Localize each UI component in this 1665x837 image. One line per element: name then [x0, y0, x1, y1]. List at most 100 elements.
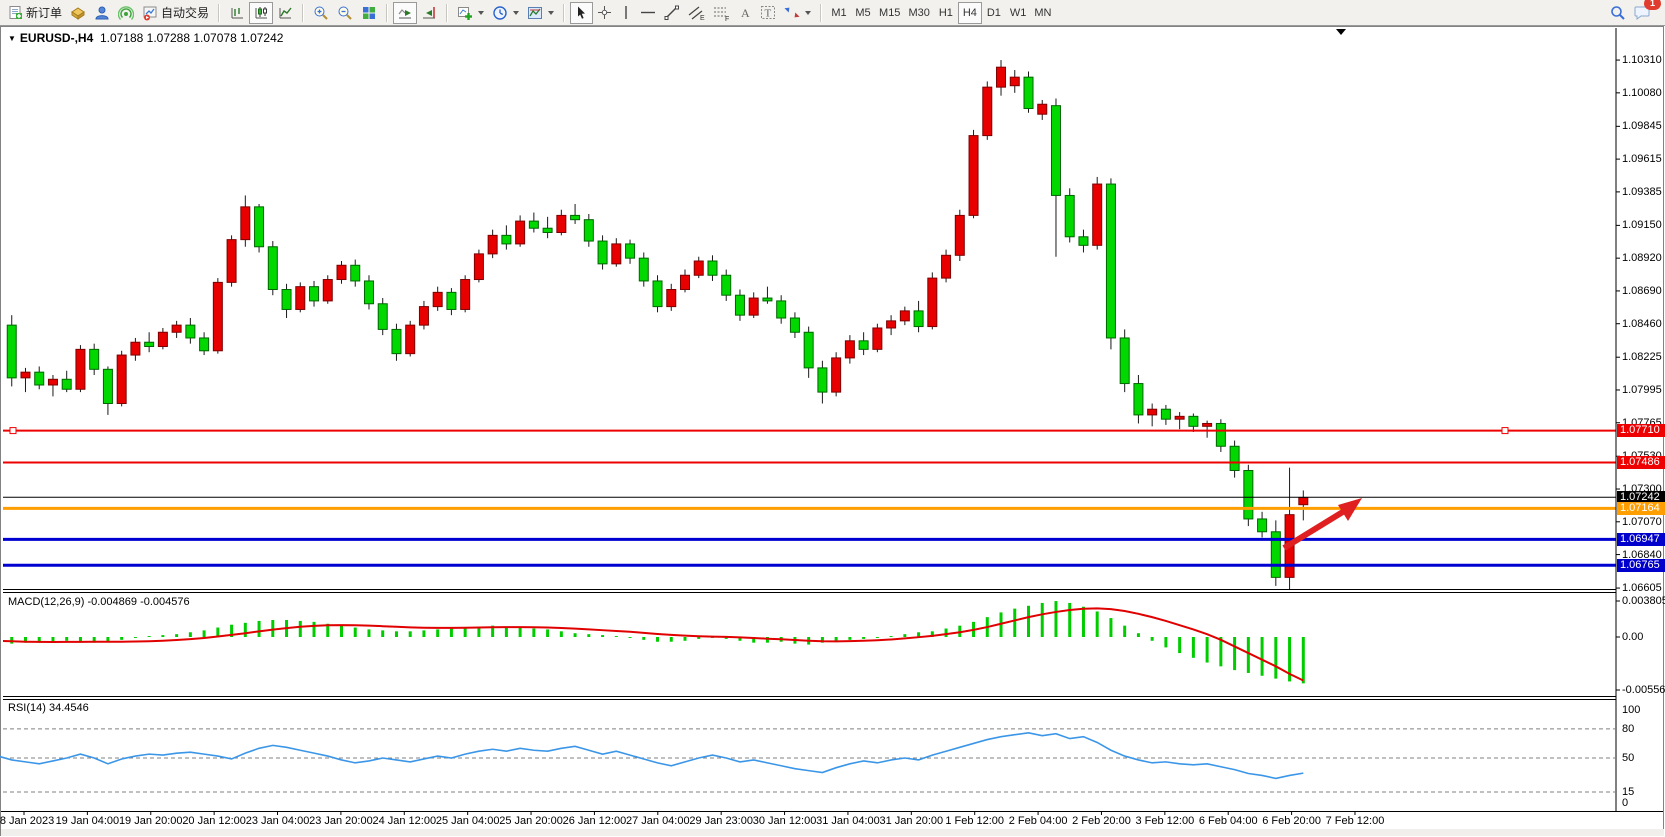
signals-button[interactable]	[114, 2, 138, 24]
deposit-button[interactable]	[66, 2, 90, 24]
time-axis-label: 3 Feb 12:00	[1135, 815, 1194, 827]
zoom-in-button[interactable]	[309, 2, 333, 24]
search-button[interactable]	[1606, 2, 1630, 24]
time-axis-label: 19 Jan 20:00	[119, 815, 183, 827]
candlestick-mode-button[interactable]	[249, 2, 273, 24]
candle-body	[942, 255, 951, 278]
timeframe-h4[interactable]: H4	[958, 2, 982, 24]
community-button[interactable]	[90, 2, 114, 24]
fibonacci-tool-button[interactable]: F	[709, 2, 734, 24]
candle-body	[1148, 409, 1157, 415]
toolbar-separator	[446, 4, 448, 22]
timeframe-m5[interactable]: M5	[851, 2, 875, 24]
price-axis-tick-label: 1.08460	[1622, 318, 1662, 330]
candle-body	[117, 355, 126, 403]
candle-body	[749, 298, 758, 315]
candle-body	[158, 332, 167, 346]
equidistant-channel-tool-button[interactable]: E	[684, 2, 709, 24]
time-axis-label: 26 Jan 12:00	[563, 815, 627, 827]
candle-body	[419, 307, 428, 326]
channel-icon: E	[688, 5, 705, 21]
timeframe-d1[interactable]: D1	[982, 2, 1006, 24]
candle-body	[241, 207, 250, 240]
candle-body	[145, 342, 154, 346]
candle-body	[1093, 184, 1102, 245]
candlestick-icon	[253, 5, 269, 21]
tile-windows-button[interactable]	[357, 2, 381, 24]
price-axis-tick-label: 1.07070	[1622, 516, 1662, 528]
zoom-in-icon	[313, 5, 329, 21]
candle-body	[845, 341, 854, 358]
new-order-button[interactable]: 新订单	[4, 2, 66, 24]
price-axis-tick-label: 1.08690	[1622, 285, 1662, 297]
chart-shift-marker[interactable]	[1336, 29, 1346, 35]
line-chart-icon	[277, 5, 293, 21]
line-chart-mode-button[interactable]	[273, 2, 297, 24]
line-drag-handle[interactable]	[1502, 428, 1508, 434]
candle-body	[378, 304, 387, 330]
signal-waves-icon	[118, 5, 134, 21]
candle-body	[1189, 416, 1198, 426]
timeframe-m30[interactable]: M30	[904, 2, 933, 24]
price-axis-tick-label: 1.09615	[1622, 153, 1662, 165]
zoom-out-button[interactable]	[333, 2, 357, 24]
timeframe-m1[interactable]: M1	[827, 2, 851, 24]
line-drag-handle[interactable]	[10, 428, 16, 434]
crosshair-tool-button[interactable]	[593, 2, 616, 24]
candle-body	[983, 87, 992, 135]
candle-body	[818, 368, 827, 392]
text-tool-button[interactable]: A	[734, 2, 756, 24]
macd-layer	[0, 601, 1303, 683]
horizontal-line-tool-button[interactable]	[636, 2, 660, 24]
candle-body	[1161, 409, 1170, 419]
candle-body	[213, 282, 222, 350]
time-axis-label: 7 Feb 12:00	[1326, 815, 1385, 827]
arrows-tool-button[interactable]	[780, 2, 815, 24]
candle-body	[557, 215, 566, 232]
candle-body	[488, 235, 497, 254]
chart-shift-icon	[421, 5, 437, 21]
auto-trading-label: 自动交易	[161, 4, 209, 21]
candle-body	[461, 280, 470, 310]
time-axis-label: 30 Jan 12:00	[753, 815, 817, 827]
window-bottom-strip	[1, 829, 1664, 836]
time-axis-label: 29 Jan 23:00	[689, 815, 753, 827]
candle-body	[763, 298, 772, 301]
rsi-axis-label: 50	[1622, 752, 1634, 764]
templates-dropdown-caret	[548, 11, 554, 15]
new-order-label: 新订单	[26, 4, 62, 21]
candle-body	[200, 338, 209, 351]
candle-body	[1203, 423, 1212, 426]
svg-text:F: F	[725, 16, 729, 21]
candle-body	[282, 290, 291, 310]
candle-body	[873, 328, 882, 349]
text-label-tool-button[interactable]: T	[756, 2, 780, 24]
trendline-tool-button[interactable]	[660, 2, 684, 24]
macd-axis-label: 0.003805	[1622, 595, 1665, 607]
auto-trading-button[interactable]: 自动交易	[138, 2, 213, 24]
vertical-line-icon	[620, 5, 632, 20]
collapse-triangle-icon[interactable]: ▼	[8, 34, 16, 43]
candle-body	[76, 349, 85, 389]
chart-shift-button[interactable]	[417, 2, 441, 24]
candle-body	[1038, 104, 1047, 114]
timeframe-m15[interactable]: M15	[875, 2, 904, 24]
templates-button[interactable]	[523, 2, 558, 24]
candle-body	[1299, 498, 1308, 505]
candle-body	[172, 325, 181, 332]
bar-chart-mode-button[interactable]	[225, 2, 249, 24]
candle-body	[832, 358, 841, 392]
chart-canvas[interactable]	[0, 0, 1665, 837]
periods-button[interactable]	[488, 2, 523, 24]
timeframe-w1[interactable]: W1	[1006, 2, 1031, 24]
candle-body	[694, 261, 703, 275]
cursor-tool-button[interactable]	[570, 2, 593, 24]
indicators-button[interactable]	[453, 2, 488, 24]
price-axis-tick-label: 1.07995	[1622, 384, 1662, 396]
candle-body	[351, 265, 360, 281]
auto-scroll-button[interactable]	[393, 2, 417, 24]
timeframe-h1[interactable]: H1	[934, 2, 958, 24]
timeframe-mn[interactable]: MN	[1030, 2, 1055, 24]
price-axis-tick-label: 1.06605	[1622, 582, 1662, 594]
vertical-line-tool-button[interactable]	[616, 2, 636, 24]
